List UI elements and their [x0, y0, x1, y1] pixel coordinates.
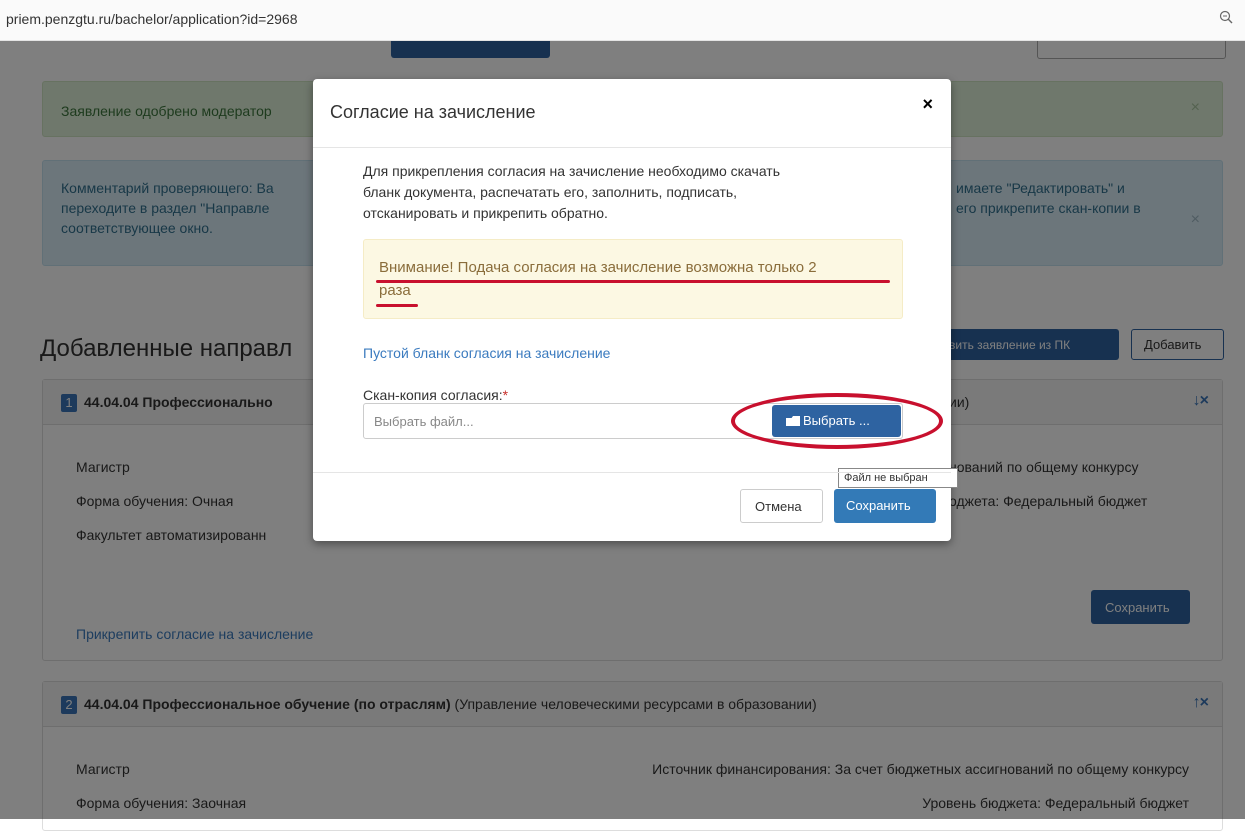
modal-footer-divider	[313, 472, 951, 473]
cancel-button[interactable]: Отмена	[740, 489, 823, 523]
warning-alert: Внимание! Подача согласия на зачисление …	[363, 239, 903, 319]
annotation-underline-2	[376, 304, 418, 307]
annotation-underline-1	[376, 280, 890, 283]
zoom-icon[interactable]	[1219, 10, 1233, 24]
scan-copy-label-text: Скан-копия согласия:	[363, 387, 503, 403]
browser-address-bar[interactable]: priem.penzgtu.ru/bachelor/application?id…	[0, 0, 1245, 41]
consent-modal: Согласие на зачисление × Для прикреплени…	[313, 79, 958, 541]
warning-text-line-1: Внимание! Подача согласия на зачисление …	[379, 259, 817, 276]
blank-consent-link[interactable]: Пустой бланк согласия на зачисление	[363, 345, 610, 361]
save-button[interactable]: Сохранить	[834, 489, 936, 523]
url-text[interactable]: priem.penzgtu.ru/bachelor/application?id…	[6, 11, 297, 27]
modal-instructions-line-3: отсканировать и прикрепить обратно.	[363, 205, 608, 221]
warning-text-line-2: раза	[379, 282, 411, 299]
modal-instructions-line-2: бланк документа, распечатать его, заполн…	[363, 184, 738, 200]
file-input-placeholder: Выбрать файл...	[374, 414, 474, 429]
scan-copy-label: Скан-копия согласия:*	[363, 387, 508, 403]
modal-close-icon[interactable]: ×	[922, 94, 933, 115]
modal-title: Согласие на зачисление	[330, 102, 536, 122]
file-tooltip: Файл не выбран	[838, 468, 958, 488]
required-asterisk: *	[502, 387, 509, 403]
modal-instructions-line-1: Для прикрепления согласия на зачисление …	[363, 163, 781, 179]
annotation-circle	[731, 393, 943, 449]
modal-header-divider	[313, 147, 951, 148]
